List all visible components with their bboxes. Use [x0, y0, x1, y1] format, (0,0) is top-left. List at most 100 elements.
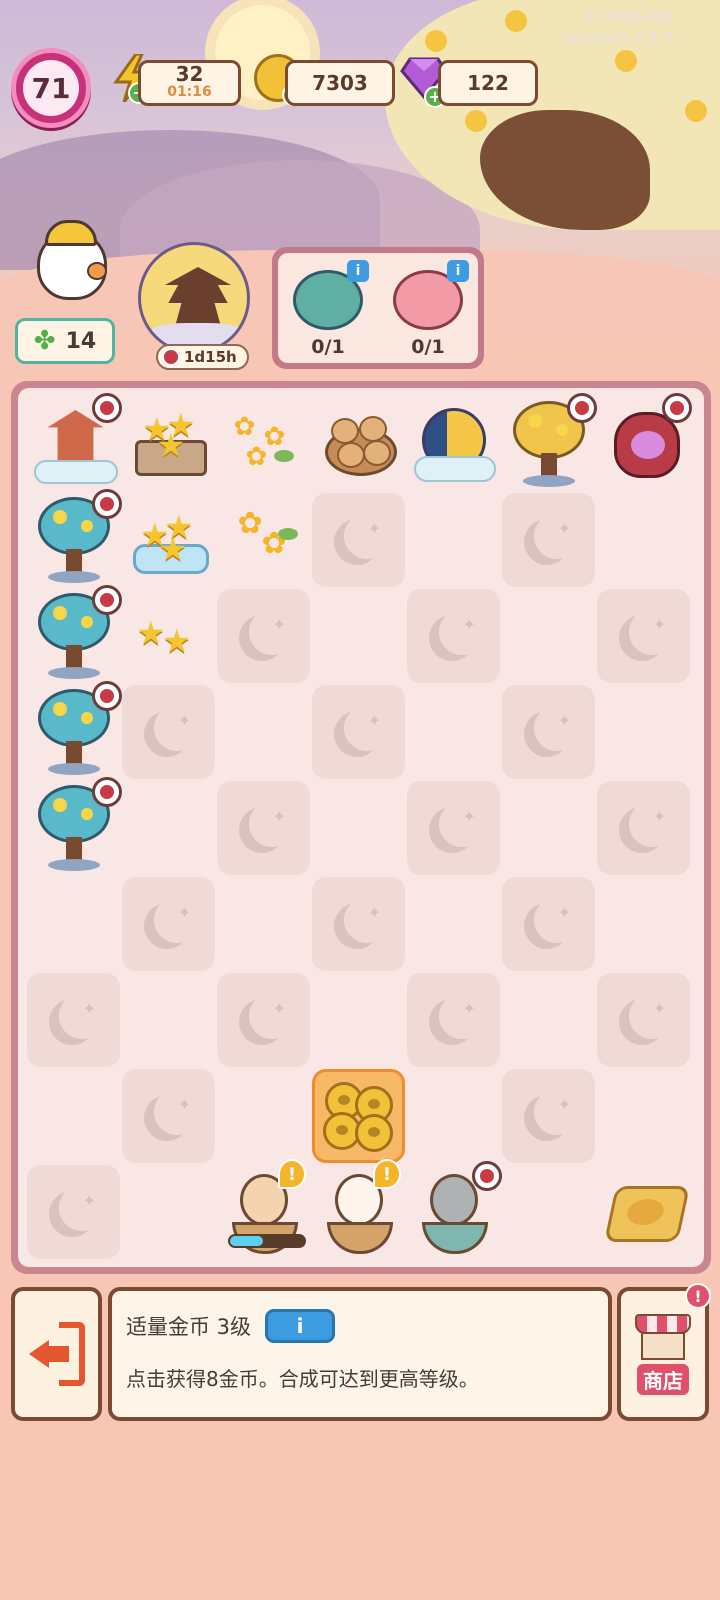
empty-cell[interactable] [312, 589, 405, 683]
board-cell[interactable]: ★ ★ ★ [122, 397, 215, 491]
empty-cell[interactable] [312, 781, 405, 875]
locked-cell: ✦ [407, 781, 500, 875]
star-ice-item[interactable]: ★ ★ ★ [129, 500, 209, 580]
empty-cell[interactable] [502, 589, 595, 683]
board-cell[interactable] [407, 397, 500, 491]
board-cell[interactable] [27, 489, 122, 587]
locked-cell: ✦ [407, 589, 500, 683]
order-item-osmanthus-leaf[interactable]: i 0/1 [283, 258, 373, 358]
board-cell[interactable] [312, 397, 405, 491]
cooldown-clock-icon [92, 393, 122, 423]
player-level-badge[interactable]: 71 [11, 48, 91, 128]
board-cell[interactable] [27, 681, 122, 779]
item-name: 适量金币 3级 [126, 1315, 252, 1339]
empty-cell[interactable] [407, 877, 500, 971]
rabbit-bun-basket-item[interactable] [319, 404, 399, 484]
order-item-mooncake-box[interactable]: i 0/1 [383, 258, 473, 358]
board-cell[interactable] [597, 1165, 690, 1259]
board-cell[interactable]: ★ ★ [122, 589, 215, 683]
osmanthus-branch-item[interactable]: ✿ ✿ ✿ [224, 404, 304, 484]
gems-counter[interactable]: 122 [438, 60, 538, 106]
empty-cell[interactable] [122, 1165, 215, 1259]
empty-cell[interactable] [407, 685, 500, 779]
item-info-header: 适量金币 3级 i [126, 1309, 594, 1343]
empty-cell[interactable] [407, 1069, 500, 1163]
item-info-button[interactable]: i [265, 1309, 336, 1343]
empty-cell[interactable] [407, 493, 500, 587]
shop-button[interactable]: ! 商店 [617, 1283, 711, 1421]
star-icon: ★ [162, 622, 192, 660]
empty-cell[interactable] [217, 1069, 310, 1163]
empty-cell[interactable] [502, 1165, 595, 1259]
energy-counter[interactable]: 32 01:16 [138, 60, 241, 106]
empty-cell[interactable] [27, 877, 120, 971]
board-cell[interactable]: ✿ ✿ ✿ [217, 397, 310, 491]
bun-icon [362, 440, 391, 466]
board-cell[interactable] [407, 1161, 502, 1259]
alert-icon: ! [278, 1159, 306, 1189]
selected-cell[interactable] [312, 1069, 405, 1163]
locked-cell: ✦ [217, 781, 310, 875]
info-icon[interactable]: i [447, 260, 469, 282]
empty-cell[interactable] [122, 973, 215, 1067]
empty-cell[interactable] [217, 685, 310, 779]
flower-icon: ✿ [237, 506, 263, 541]
locked-cell: ✦ [217, 589, 310, 683]
duck-beak [87, 262, 107, 280]
bunny-icon [429, 1174, 478, 1226]
clover-counter[interactable]: ✤ 14 [15, 318, 115, 364]
info-icon[interactable]: i [347, 260, 369, 282]
empty-cell[interactable] [597, 877, 690, 971]
event-timer-text: 1d15h [184, 348, 237, 366]
board-cell[interactable]: ! [217, 1159, 310, 1259]
cloud-decoration [413, 456, 496, 482]
locked-cell: ✦ [502, 493, 595, 587]
empty-cell[interactable] [502, 973, 595, 1067]
locked-cell: ✦ [122, 685, 215, 779]
mooncake-icon [603, 1186, 690, 1242]
mooncake-item[interactable] [603, 1172, 690, 1252]
duck-helper[interactable] [25, 220, 115, 320]
exit-button[interactable] [11, 1287, 102, 1421]
empty-cell[interactable] [217, 877, 310, 971]
locked-cell: ✦ [597, 781, 690, 875]
shop-stall-icon [635, 1313, 691, 1360]
locked-cell: ✦ [597, 589, 690, 683]
locked-cell: ✦ [502, 877, 595, 971]
board-cell[interactable]: ★ ★ ★ [122, 493, 215, 587]
star-crate-item[interactable]: ★ ★ ★ [129, 404, 209, 484]
energy-value: 32 [175, 62, 204, 86]
board-cell[interactable] [502, 393, 597, 491]
board-cell[interactable] [27, 777, 122, 875]
gems-value: 122 [467, 71, 509, 95]
board-cell[interactable] [27, 393, 122, 491]
item-info-panel: 适量金币 3级 i 点击获得8金币。合成可达到更高等级。 [108, 1287, 612, 1421]
board-cell[interactable] [27, 585, 122, 683]
cooldown-clock-icon [92, 777, 122, 807]
locked-cell: ✦ [597, 973, 690, 1067]
empty-cell[interactable] [597, 1069, 690, 1163]
mid-autumn-event-button[interactable] [138, 242, 250, 354]
empty-cell[interactable] [597, 493, 690, 587]
order-list: i 0/1 i 0/1 [278, 253, 478, 363]
coins-counter[interactable]: 7303 [285, 60, 395, 106]
board-cell[interactable] [597, 393, 692, 491]
empty-cell[interactable] [502, 781, 595, 875]
empty-cell[interactable] [27, 1069, 120, 1163]
stars-item[interactable]: ★ ★ [129, 596, 209, 676]
energy-timer: 01:16 [167, 84, 212, 100]
board-cell[interactable]: ✿ ✿ [217, 493, 310, 587]
empty-cell[interactable] [312, 973, 405, 1067]
gold-coins-item[interactable] [319, 1076, 399, 1156]
osmanthus-flowers-item[interactable]: ✿ ✿ [224, 500, 304, 580]
level-number: 71 [23, 60, 79, 116]
order-count: 0/1 [311, 336, 345, 358]
empty-cell[interactable] [597, 685, 690, 779]
merge-board: ★ ★ ★ ✿ ✿ ✿ ★ ★ ★ ✿ ✿ ✦ ✦ ★ ★ ✦ ✦ ✦ ✦ ✦ … [11, 381, 711, 1274]
board-cell[interactable]: ! [312, 1159, 405, 1259]
bun-icon [330, 418, 359, 444]
locked-cell: ✦ [27, 973, 120, 1067]
moon-cloud-item[interactable] [413, 404, 496, 484]
empty-cell[interactable] [122, 781, 215, 875]
cooldown-clock-icon [92, 489, 122, 519]
